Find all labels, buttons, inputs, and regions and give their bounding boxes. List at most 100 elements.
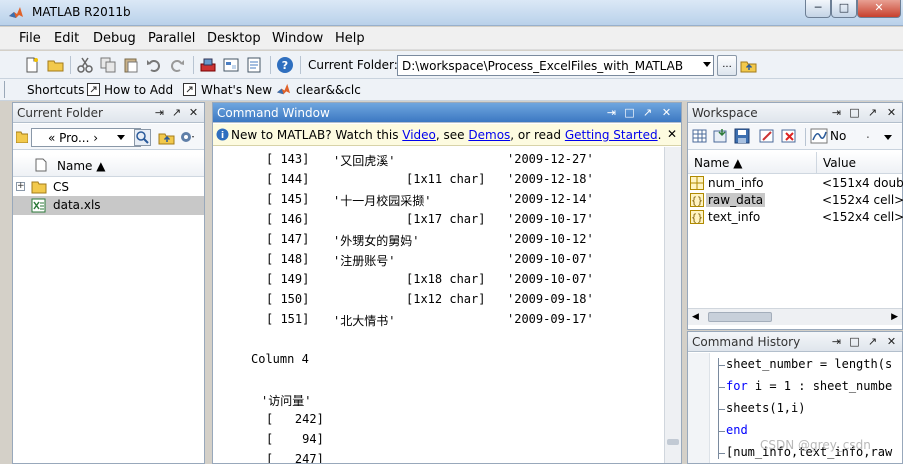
history-line[interactable]: sheets(1,i)	[726, 401, 805, 415]
row-date: '2009-10-07'	[507, 272, 594, 286]
browse-folder-button[interactable]: ...	[717, 55, 737, 76]
profiler-icon[interactable]	[245, 56, 263, 74]
cell-icon: {}	[690, 210, 704, 224]
folder-icon	[16, 131, 28, 143]
undo-icon[interactable]	[145, 56, 163, 74]
var-name: num_info	[708, 176, 764, 190]
close-icon[interactable]: ✕	[885, 335, 898, 348]
getting-started-link[interactable]: Getting Started	[565, 128, 658, 142]
undock-icon[interactable]: ↗	[866, 335, 879, 348]
row-date: '2009-10-12'	[507, 232, 594, 246]
shortcut-how-to-add[interactable]: How to Add	[104, 83, 173, 97]
menu-help[interactable]: Help	[335, 31, 365, 46]
matlab-logo-icon	[9, 7, 23, 18]
new-file-icon[interactable]	[23, 56, 41, 74]
current-folder-combo[interactable]: D:\workspace\Process_ExcelFiles_with_MAT…	[397, 55, 714, 76]
close-icon[interactable]: ✕	[660, 106, 673, 119]
workspace-var-row[interactable]: {} text_info <152x4 cell>	[688, 209, 903, 226]
cut-icon[interactable]	[76, 56, 94, 74]
workspace-hscrollbar[interactable]: ◀ ▶	[688, 308, 902, 325]
panel-actions-icon[interactable]: ⇥	[605, 106, 618, 119]
row-char: [1x11 char]	[406, 172, 486, 186]
expand-icon[interactable]: +	[16, 182, 25, 191]
chevron-down-icon[interactable]	[884, 135, 892, 140]
history-line[interactable]: sheet_number = length(s	[726, 357, 892, 371]
command-scrollbar[interactable]	[664, 147, 681, 463]
plot-type-label[interactable]: No	[830, 129, 846, 143]
scroll-thumb[interactable]	[708, 312, 772, 322]
menu-file[interactable]: File	[19, 31, 41, 46]
chevron-down-icon[interactable]	[117, 135, 125, 140]
close-icon[interactable]: ✕	[885, 106, 898, 119]
column-name[interactable]: Name ▲	[57, 159, 105, 173]
matrix-icon	[690, 176, 704, 190]
close-notice-icon[interactable]: ✕	[667, 127, 677, 141]
history-line[interactable]: for i = 1 : sheet_numbe	[726, 379, 892, 393]
row-char: [1x12 char]	[406, 292, 486, 306]
maximize-panel-icon[interactable]: □	[848, 106, 861, 119]
workspace-var-row[interactable]: {} raw_data <152x4 cell>	[688, 192, 903, 209]
row-title: '外甥女的舅妈'	[333, 234, 420, 248]
panel-actions-icon[interactable]: ⇥	[153, 106, 166, 119]
import-data-icon[interactable]	[713, 128, 729, 144]
shortcut-clear-clc[interactable]: clear&&clc	[296, 83, 361, 97]
demos-link[interactable]: Demos	[468, 128, 510, 142]
delete-variable-icon[interactable]	[781, 128, 797, 144]
panel-actions-icon[interactable]: ⇥	[830, 335, 843, 348]
menu-edit[interactable]: Edit	[54, 31, 79, 46]
undock-icon[interactable]: ↗	[866, 106, 879, 119]
simulink-icon[interactable]	[199, 56, 217, 74]
command-history-title: Command History	[692, 335, 801, 349]
folder-row-data-xls[interactable]: data.xls	[13, 196, 204, 215]
copy-icon[interactable]	[99, 56, 117, 74]
var-value: <151x4 double>	[822, 176, 903, 190]
shortcut-whats-new[interactable]: What's New	[201, 83, 272, 97]
new-variable-icon[interactable]	[692, 128, 708, 144]
ellipsis: .	[866, 127, 870, 141]
row-date: '2009-12-27'	[507, 152, 594, 166]
maximize-panel-icon[interactable]: □	[848, 335, 861, 348]
maximize-panel-icon[interactable]: □	[623, 106, 636, 119]
edit-variable-icon[interactable]	[759, 128, 775, 144]
breadcrumb-text: « Pro... ›	[48, 131, 99, 145]
workspace-var-row[interactable]: num_info <151x4 double>	[688, 175, 903, 192]
open-folder-icon[interactable]	[47, 56, 65, 74]
gear-icon[interactable]	[179, 129, 196, 146]
panel-actions-icon[interactable]: ⇥	[830, 106, 843, 119]
video-link[interactable]: Video	[402, 128, 436, 142]
row-title: '北大情书'	[333, 314, 396, 328]
history-line[interactable]: end	[726, 423, 748, 437]
svg-text:{}: {}	[691, 213, 703, 224]
command-window-title: Command Window	[217, 106, 330, 120]
help-icon[interactable]: ?	[276, 56, 294, 74]
undock-icon[interactable]: ↗	[641, 106, 654, 119]
folder-row-cs[interactable]: + CS	[13, 178, 204, 197]
menu-window[interactable]: Window	[272, 31, 323, 46]
menu-debug[interactable]: Debug	[93, 31, 136, 46]
row-date: '2009-09-17'	[507, 312, 594, 326]
menu-desktop[interactable]: Desktop	[207, 31, 261, 46]
guide-icon[interactable]	[222, 56, 240, 74]
close-icon[interactable]: ✕	[187, 106, 200, 119]
workspace-column-header: Name ▲ Value	[688, 152, 902, 174]
search-icon[interactable]	[134, 129, 151, 146]
paste-icon[interactable]	[122, 56, 140, 74]
row-index: [ 147]	[266, 232, 310, 246]
scroll-thumb[interactable]	[667, 439, 679, 445]
workspace-panel: Workspace ⇥ □ ↗ ✕ No . Name ▲ Value num_…	[687, 102, 903, 330]
menu-parallel[interactable]: Parallel	[148, 31, 195, 46]
maximize-button[interactable]: □	[831, 0, 857, 18]
chevron-down-icon[interactable]	[703, 62, 711, 67]
plot-selection-icon[interactable]	[810, 128, 828, 144]
up-folder-icon[interactable]	[158, 129, 175, 146]
command-window-panel[interactable]: Command Window ⇥ □ ↗ ✕ i New to MATLAB? …	[212, 102, 682, 464]
column-value[interactable]: Value	[823, 156, 856, 170]
redo-icon[interactable]	[168, 56, 186, 74]
command-output[interactable]: [ 143] '又回虎溪' '2009-12-27' [ 144] [1x11 char…	[213, 147, 664, 463]
close-button[interactable]: ✕	[857, 0, 901, 18]
up-folder-icon[interactable]	[740, 57, 758, 75]
save-workspace-icon[interactable]	[734, 128, 750, 144]
minimize-button[interactable]: ─	[805, 0, 831, 18]
undock-icon[interactable]: ↗	[170, 106, 183, 119]
column-name[interactable]: Name ▲	[694, 156, 742, 170]
